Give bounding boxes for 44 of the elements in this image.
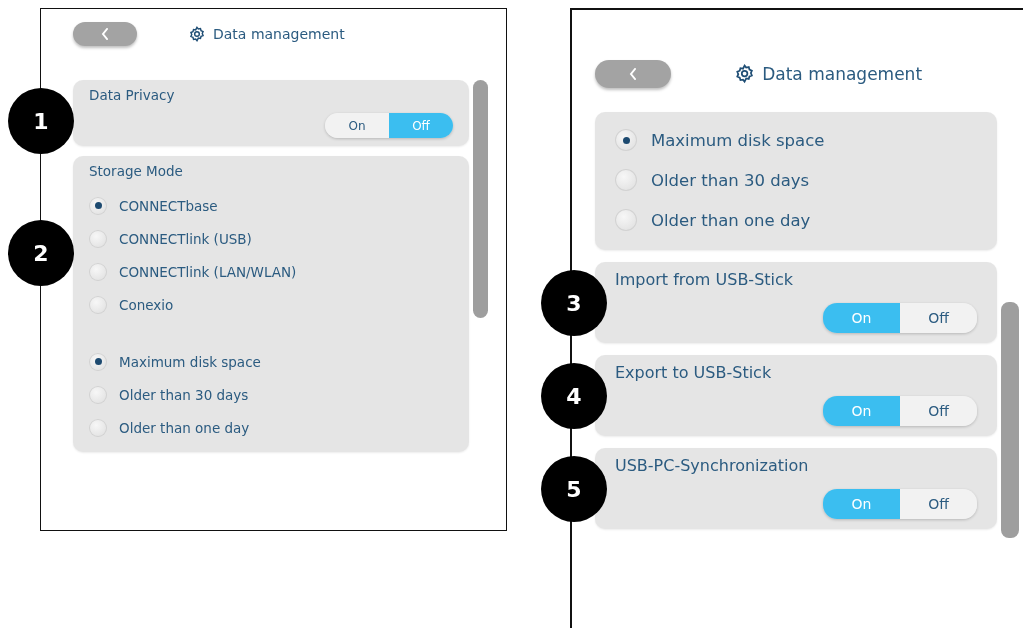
setting-label: Storage Mode bbox=[89, 163, 184, 179]
chevron-left-icon bbox=[101, 28, 109, 40]
back-button[interactable] bbox=[73, 22, 137, 46]
radio-label: Maximum disk space bbox=[119, 353, 261, 370]
radio-button[interactable] bbox=[615, 129, 637, 151]
callout-number: 3 bbox=[541, 270, 607, 336]
setting-label: Data Privacy bbox=[89, 87, 176, 103]
radio-label: Older than one day bbox=[119, 419, 250, 436]
radio-label: Older than 30 days bbox=[119, 386, 249, 403]
radio-button[interactable] bbox=[615, 169, 637, 191]
radio-button[interactable] bbox=[89, 352, 107, 371]
radio-label: CONNECTlink (LAN/WLAN) bbox=[119, 263, 297, 280]
toggle-option[interactable]: Off bbox=[900, 303, 977, 333]
screen-title: Data management bbox=[213, 26, 345, 42]
radio-label: Conexio bbox=[119, 296, 174, 313]
setting-label: USB-PC-Synchronization bbox=[615, 456, 810, 475]
setting-label: Export to USB-Stick bbox=[615, 363, 773, 382]
screen-title: Data management bbox=[762, 64, 923, 84]
radio-button[interactable] bbox=[89, 196, 107, 215]
radio-label: Older than 30 days bbox=[651, 170, 810, 190]
radio-button[interactable] bbox=[89, 385, 107, 404]
toggle-option[interactable]: On bbox=[325, 113, 389, 138]
radio-label: Maximum disk space bbox=[651, 130, 825, 150]
radio-button[interactable] bbox=[89, 418, 107, 437]
chevron-left-icon bbox=[629, 68, 637, 80]
callout-number: 1 bbox=[8, 88, 74, 154]
setting-label: Import from USB-Stick bbox=[615, 270, 795, 289]
scrollbar[interactable] bbox=[1001, 302, 1019, 538]
radio-button[interactable] bbox=[89, 262, 107, 281]
settings-icon bbox=[189, 26, 205, 42]
radio-button[interactable] bbox=[615, 209, 637, 231]
radio-label: CONNECTlink (USB) bbox=[119, 230, 252, 247]
scrollbar[interactable] bbox=[473, 80, 488, 318]
callout-number: 5 bbox=[541, 456, 607, 522]
back-button[interactable] bbox=[595, 60, 671, 88]
toggle-option[interactable]: Off bbox=[900, 396, 977, 426]
settings-icon bbox=[735, 64, 755, 84]
radio-button[interactable] bbox=[89, 229, 107, 248]
radio-button[interactable] bbox=[89, 295, 107, 314]
callout-number: 2 bbox=[8, 220, 74, 286]
radio-label: Older than one day bbox=[651, 210, 811, 230]
callout-number: 4 bbox=[541, 363, 607, 429]
toggle-option[interactable]: Off bbox=[900, 489, 977, 519]
radio-label: CONNECTbase bbox=[119, 197, 218, 214]
